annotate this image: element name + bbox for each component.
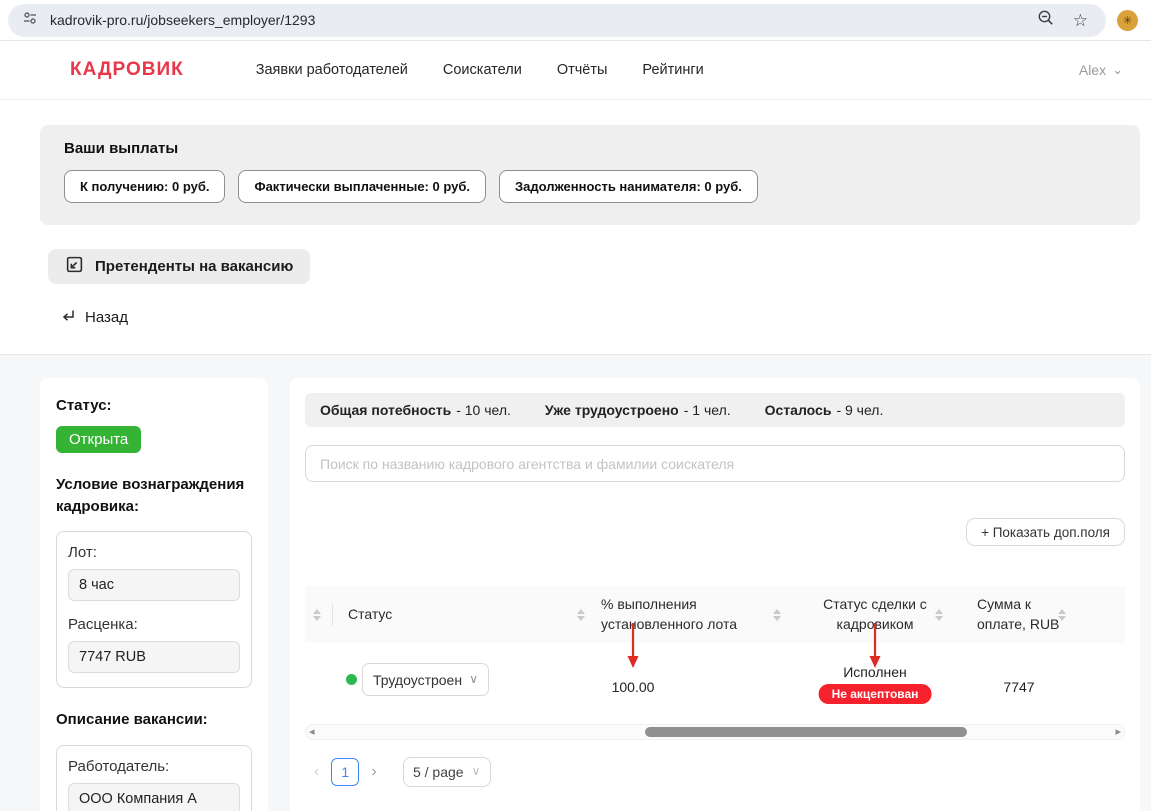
site-settings-icon[interactable] [22, 10, 38, 31]
payouts-title: Ваши выплаты [64, 140, 1116, 157]
applicants-table: Статус % выполнения установленного лота … [305, 586, 1125, 787]
row-amount-value: 7747 [1003, 679, 1034, 695]
employed-status-dot [346, 674, 357, 685]
stat-label: Уже трудоустроено [545, 402, 679, 418]
rate-field[interactable] [68, 641, 240, 673]
description-group: Работодатель: Направление: [56, 745, 252, 811]
payouts-card: Ваши выплаты К получению: 0 руб. Фактиче… [40, 125, 1140, 225]
column-header-status[interactable]: Статус [348, 604, 392, 624]
table-header: Статус % выполнения установленного лота … [305, 586, 1125, 643]
applicants-icon [65, 255, 84, 278]
chevron-down-icon: ⌄ [1112, 66, 1123, 74]
logo[interactable]: КАДРОВИК [70, 59, 184, 81]
chevron-down-icon: ∨ [469, 676, 478, 683]
payout-receivable-button[interactable]: К получению: 0 руб. [64, 170, 225, 203]
user-menu[interactable]: Alex ⌄ [1079, 62, 1123, 78]
annotation-arrow-deal [868, 623, 882, 674]
extension-glyph: ✳ [1123, 14, 1132, 27]
nav-item-reports[interactable]: Отчёты [557, 62, 608, 78]
scrollbar-thumb[interactable] [645, 727, 967, 737]
page-prev-button[interactable]: ‹ [314, 763, 319, 781]
sort-icon[interactable] [313, 609, 321, 621]
top-section: Ваши выплаты К получению: 0 руб. Фактиче… [0, 100, 1151, 354]
scroll-left-icon[interactable]: ◂ [309, 725, 315, 738]
url-text[interactable]: kadrovik-pro.ru/jobseekers_employer/1293 [50, 12, 1037, 28]
stat-value: - 10 чел. [456, 402, 511, 418]
not-accepted-badge: Не акцептован [819, 684, 932, 704]
nav-item-ratings[interactable]: Рейтинги [642, 62, 703, 78]
show-extra-fields-button[interactable]: + Показать доп.поля [966, 518, 1125, 546]
user-name: Alex [1079, 62, 1106, 78]
scroll-right-icon[interactable]: ▸ [1115, 725, 1121, 738]
nav-item-jobseekers[interactable]: Соискатели [443, 62, 522, 78]
sort-icon[interactable] [577, 609, 585, 621]
stat-value: - 1 чел. [684, 402, 731, 418]
content-region: Статус: Открыта Условие вознаграждения к… [0, 354, 1151, 811]
column-divider [332, 604, 333, 626]
stat-value: - 9 чел. [836, 402, 883, 418]
page-next-button[interactable]: › [371, 763, 376, 781]
status-badge: Открыта [56, 426, 141, 453]
row-status-select[interactable]: Трудоустроен ∨ [362, 663, 489, 696]
horizontal-scrollbar[interactable]: ◂ ▸ [305, 724, 1125, 740]
chevron-down-icon: ∨ [472, 768, 481, 775]
reward-group: Лот: Расценка: [56, 531, 252, 688]
site-header: КАДРОВИК Заявки работодателей Соискатели… [0, 41, 1151, 100]
pagination: ‹ 1 › 5 / page ∨ [305, 757, 1125, 787]
stat-total-need: Общая потебность - 10 чел. [320, 402, 511, 418]
lot-field[interactable] [68, 569, 240, 601]
applicants-label: Претенденты на вакансию [95, 258, 293, 275]
extension-icon[interactable]: ✳ [1117, 10, 1138, 31]
sort-icon[interactable] [1058, 609, 1066, 621]
employer-field[interactable] [68, 783, 240, 811]
back-button[interactable]: Назад [60, 307, 128, 327]
stat-label: Общая потебность [320, 402, 451, 418]
row-completion-value: 100.00 [612, 679, 655, 695]
sort-icon[interactable] [935, 609, 943, 621]
stat-remaining: Осталось- 9 чел. [765, 402, 884, 418]
address-bar[interactable]: kadrovik-pro.ru/jobseekers_employer/1293… [8, 4, 1106, 37]
stat-label: Осталось [765, 402, 832, 418]
page-size-value: 5 / page [413, 764, 464, 780]
back-label: Назад [85, 309, 128, 326]
row-status-value: Трудоустроен [373, 672, 462, 688]
browser-bar: kadrovik-pro.ru/jobseekers_employer/1293… [0, 0, 1151, 41]
back-icon [60, 307, 76, 327]
page-size-select[interactable]: 5 / page ∨ [403, 757, 491, 787]
bookmark-star-icon[interactable]: ☆ [1073, 12, 1088, 29]
sort-icon[interactable] [773, 609, 781, 621]
annotation-arrow-completion [626, 623, 640, 674]
description-heading: Описание вакансии: [56, 709, 252, 731]
main-nav: Заявки работодателей Соискатели Отчёты Р… [256, 62, 704, 78]
vacancy-sidebar: Статус: Открыта Условие вознаграждения к… [40, 378, 268, 811]
page-number-button[interactable]: 1 [331, 758, 359, 786]
search-input[interactable] [305, 445, 1125, 482]
payout-debt-button[interactable]: Задолженность нанимателя: 0 руб. [499, 170, 758, 203]
table-row: Трудоустроен ∨ 100.00 Исполнен Не акцепт… [305, 643, 1125, 716]
payout-paid-button[interactable]: Фактически выплаченные: 0 руб. [238, 170, 485, 203]
applicants-panel: Общая потебность - 10 чел. Уже трудоустро… [290, 378, 1140, 811]
stat-employed: Уже трудоустроено - 1 чел. [545, 402, 731, 418]
rate-label: Расценка: [68, 616, 240, 633]
employer-label: Работодатель: [68, 758, 240, 775]
nav-item-employer-requests[interactable]: Заявки работодателей [256, 62, 408, 78]
status-label: Статус: [56, 395, 252, 417]
stats-bar: Общая потебность - 10 чел. Уже трудоустро… [305, 393, 1125, 427]
lot-label: Лот: [68, 544, 240, 561]
reward-heading: Условие вознаграждения кадровика: [56, 474, 252, 518]
applicants-section-button[interactable]: Претенденты на вакансию [48, 249, 310, 284]
zoom-out-icon[interactable] [1037, 9, 1055, 32]
